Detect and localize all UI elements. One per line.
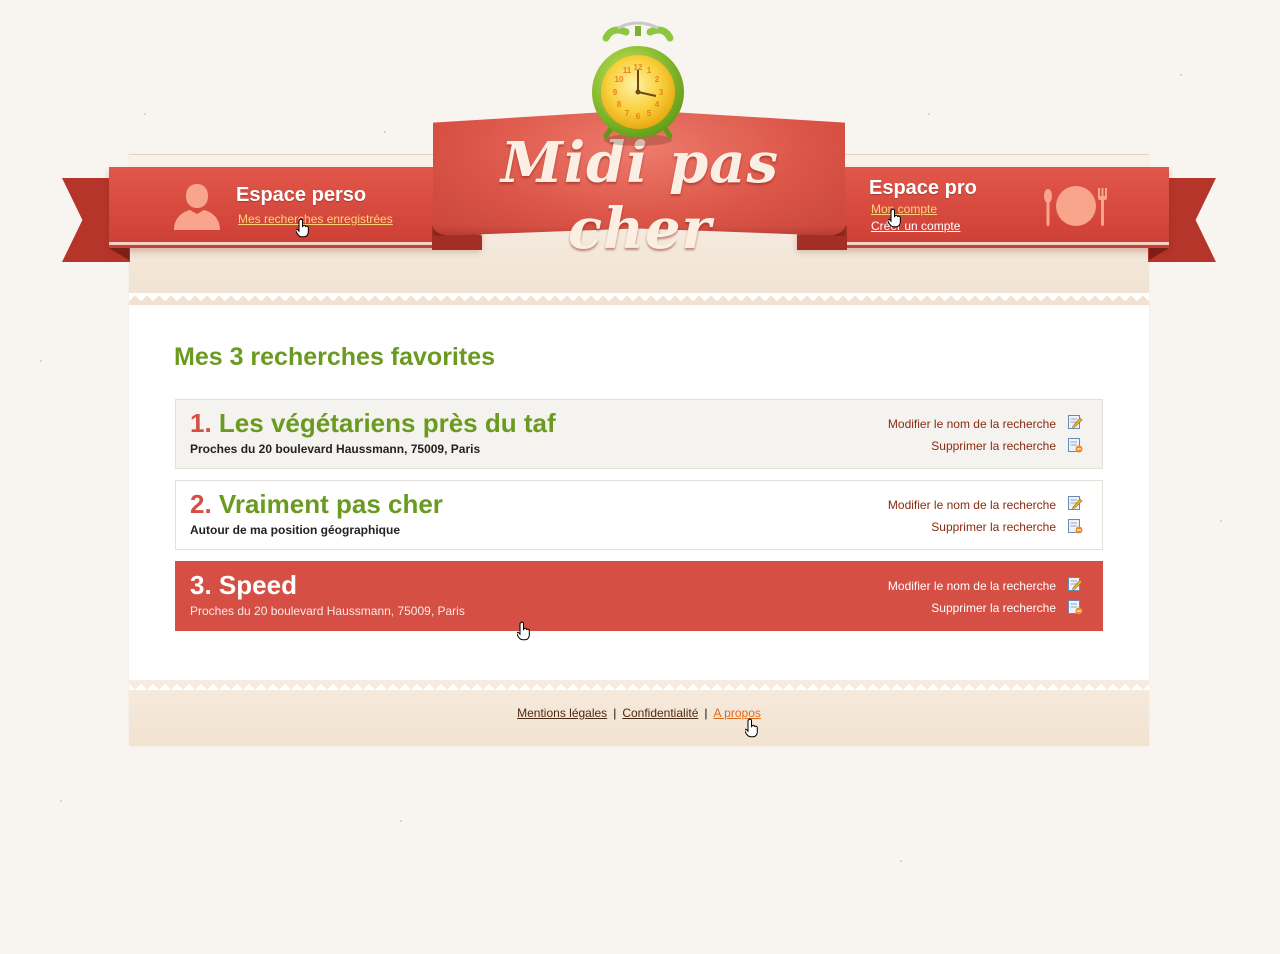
ribbon-stripe [797,242,1169,245]
footer-links: Mentions légales | Confidentialité | A propo… [129,706,1149,720]
page-title: Mes 3 recherches favorites [174,343,496,371]
search-location: Autour de ma position géographique [190,523,400,537]
rename-search-link[interactable]: Modifier le nom de la recherche [888,498,1056,512]
search-name: Les végétariens près du taf [218,408,556,438]
svg-text:2: 2 [655,75,660,84]
footer-separator: | [613,706,617,720]
delete-search-link[interactable]: Supprimer la recherche [931,520,1056,534]
footer-separator: | [704,706,708,720]
delete-search-link[interactable]: Supprimer la recherche [931,601,1056,615]
rename-search-link[interactable]: Modifier le nom de la recherche [888,579,1056,593]
tableware-icon [1044,186,1107,226]
espace-pro-ribbon [797,167,1169,248]
svg-text:6: 6 [636,112,641,121]
espace-perso-ribbon [109,167,481,248]
saved-search-card[interactable]: 1. Les végétariens près du taf Proches d… [175,399,1103,469]
hand-cursor-icon [888,208,901,228]
create-account-link[interactable]: Créer un compte [871,219,960,233]
svg-text:9: 9 [613,88,618,97]
svg-text:10: 10 [615,75,624,84]
delete-document-icon[interactable] [1067,518,1083,534]
hand-cursor-icon [745,718,758,738]
espace-pro-title: Espace pro [869,177,977,199]
delete-search-link[interactable]: Supprimer la recherche [931,439,1056,453]
delete-document-icon[interactable] [1067,437,1083,453]
alarm-clock-icon: 12 1 2 3 4 5 6 7 8 9 10 11 [592,21,684,146]
svg-text:11: 11 [623,66,632,75]
ribbon-stripe [109,242,481,245]
saved-search-card[interactable]: 2. Vraiment pas cher Autour de ma positi… [175,480,1103,550]
site-logo[interactable]: Midi pas cher [455,130,825,262]
edit-document-icon[interactable] [1067,495,1083,511]
search-name: Speed [218,570,297,600]
search-number: 2. [190,489,212,519]
zigzag-edge-top [129,293,1149,305]
svg-text:5: 5 [647,109,652,118]
zigzag-edge-bottom [129,680,1149,690]
saved-search-card-selected[interactable]: 3. Speed Proches du 20 boulevard Haussma… [175,561,1103,631]
my-account-link[interactable]: Mon compte [871,202,937,216]
edit-document-icon[interactable] [1067,576,1083,592]
user-icon [174,184,220,230]
rename-search-link[interactable]: Modifier le nom de la recherche [888,417,1056,431]
search-name: Vraiment pas cher [218,489,443,519]
saved-searches-link[interactable]: Mes recherches enregistrées [238,212,393,226]
svg-text:7: 7 [625,109,630,118]
search-title[interactable]: 1. Les végétariens près du taf [190,408,556,439]
hand-cursor-icon [517,621,530,641]
search-title[interactable]: 2. Vraiment pas cher [190,489,443,520]
search-title[interactable]: 3. Speed [190,570,297,601]
search-location: Proches du 20 boulevard Haussmann, 75009… [190,604,465,618]
svg-text:1: 1 [647,66,652,75]
delete-document-icon[interactable] [1067,599,1083,615]
edit-document-icon[interactable] [1067,414,1083,430]
footer-link-privacy[interactable]: Confidentialité [622,706,698,720]
search-location: Proches du 20 boulevard Haussmann, 75009… [190,442,481,456]
search-number: 3. [190,570,212,600]
espace-perso-title: Espace perso [236,184,367,206]
svg-text:8: 8 [617,100,622,109]
search-number: 1. [190,408,212,438]
svg-text:4: 4 [655,100,660,109]
svg-text:3: 3 [659,88,664,97]
hand-cursor-icon [296,218,309,238]
footer-link-legal[interactable]: Mentions légales [517,706,607,720]
